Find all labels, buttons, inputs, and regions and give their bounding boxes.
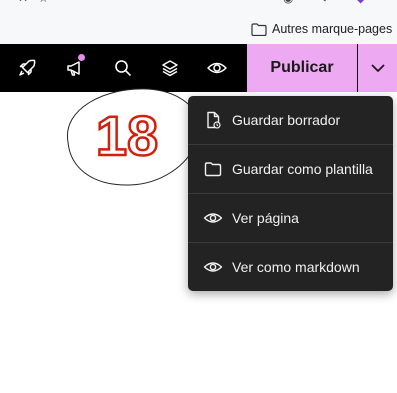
extension-icon[interactable]: ◉ (283, 0, 293, 5)
menu-item-label: Guardar borrador (232, 112, 341, 128)
folder-icon (203, 159, 223, 179)
menu-item-save-draft[interactable]: Guardar borrador (188, 96, 393, 144)
eye-icon (203, 208, 223, 228)
folder-icon (251, 22, 267, 36)
menu-item-label: Guardar como plantilla (232, 161, 373, 177)
menu-item-save-template[interactable]: Guardar como plantilla (188, 145, 393, 193)
megaphone-icon (67, 61, 80, 76)
extension-icon[interactable]: ◆ (356, 0, 365, 5)
menu-item-view-page[interactable]: Ver página (188, 194, 393, 242)
eye-icon (203, 257, 223, 277)
clipped-toolbar-icons: ✕ ☆ ◉ ◐ ◆ (0, 0, 397, 5)
bookmark-star-icon[interactable]: ☆ (38, 0, 49, 5)
other-bookmarks-folder[interactable]: Autres marque-pages (251, 22, 392, 36)
profile-icon[interactable]: ◐ (322, 0, 329, 5)
bookmark-label: Autres marque-pages (272, 22, 393, 36)
publish-options-menu: Guardar borrador Guardar como plantilla … (188, 96, 393, 291)
layers-icon (162, 60, 178, 77)
chevron-down-icon (371, 64, 384, 72)
menu-item-view-markdown[interactable]: Ver como markdown (188, 243, 393, 291)
document-icon (203, 110, 223, 130)
rocket-button[interactable] (7, 44, 47, 92)
search-icon (115, 60, 131, 76)
eye-icon (207, 62, 227, 74)
publish-button[interactable]: Publicar (247, 44, 357, 92)
annotation-number: 18 (95, 104, 160, 167)
rocket-icon (19, 59, 36, 76)
browser-chrome: ✕ ☆ ◉ ◐ ◆ Autres marque-pages (0, 0, 397, 44)
menu-item-label: Ver como markdown (232, 259, 360, 275)
publish-options-toggle[interactable] (358, 44, 397, 92)
star-icon[interactable]: ✕ (18, 0, 28, 5)
notification-dot (78, 54, 85, 61)
menu-item-label: Ver página (232, 210, 299, 226)
